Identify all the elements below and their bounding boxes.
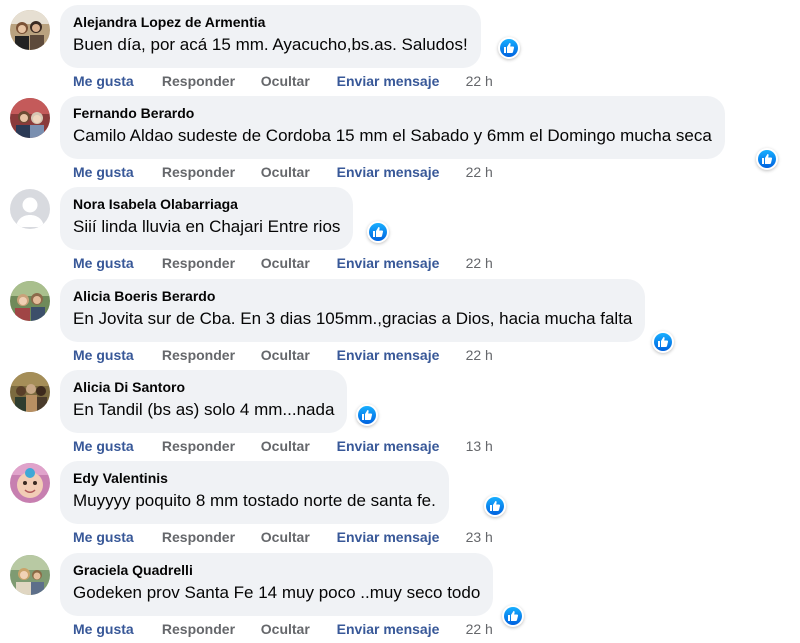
like-button[interactable]: Me gusta [73,620,158,638]
like-reaction-badge[interactable] [498,37,520,59]
hide-button[interactable]: Ocultar [261,528,333,546]
reply-button[interactable]: Responder [162,620,257,638]
comment-time[interactable]: 13 h [466,437,493,455]
send-message-button[interactable]: Enviar mensaje [337,163,462,181]
avatar[interactable] [10,189,50,229]
avatar[interactable] [10,372,50,412]
comment-time[interactable]: 22 h [466,72,493,90]
reply-button[interactable]: Responder [162,528,257,546]
like-button[interactable]: Me gusta [73,163,158,181]
comment-text: Muyyyy poquito 8 mm tostado norte de san… [73,491,436,510]
comment-text: Siií linda lluvia en Chajari Entre rios [73,217,341,236]
like-thumb-icon [500,39,518,57]
like-reaction-badge[interactable] [356,404,378,426]
like-reaction-badge[interactable] [756,148,778,170]
avatar[interactable] [10,10,50,50]
like-thumb-icon [504,607,522,625]
avatar[interactable] [10,463,50,503]
comment-author[interactable]: Alicia Boeris Berardo [73,287,632,305]
like-button[interactable]: Me gusta [73,437,158,455]
comment-time[interactable]: 22 h [466,346,493,364]
hide-button[interactable]: Ocultar [261,437,333,455]
comment-time[interactable]: 22 h [466,620,493,638]
send-message-button[interactable]: Enviar mensaje [337,620,462,638]
comment-time[interactable]: 22 h [466,163,493,181]
like-reaction-badge[interactable] [502,605,524,627]
like-thumb-icon [358,406,376,424]
comment-actions: Me gusta Responder Ocultar Enviar mensaj… [73,620,493,638]
comment-time[interactable]: 23 h [466,528,493,546]
comment-bubble: Alicia Di Santoro En Tandil (bs as) solo… [60,370,348,433]
like-thumb-icon [369,223,387,241]
comment-author[interactable]: Alejandra Lopez de Armentia [73,13,468,31]
avatar[interactable] [10,555,50,595]
hide-button[interactable]: Ocultar [261,72,333,90]
hide-button[interactable]: Ocultar [261,346,333,364]
avatar[interactable] [10,98,50,138]
comment-bubble: Edy Valentinis Muyyyy poquito 8 mm tosta… [60,461,449,524]
reply-button[interactable]: Responder [162,163,257,181]
comment-actions: Me gusta Responder Ocultar Enviar mensaj… [73,254,493,272]
send-message-button[interactable]: Enviar mensaje [337,437,462,455]
comment-text: Camilo Aldao sudeste de Cordoba 15 mm el… [73,126,712,145]
reply-button[interactable]: Responder [162,72,257,90]
like-reaction-badge[interactable] [367,221,389,243]
comment-bubble: Graciela Quadrelli Godeken prov Santa Fe… [60,553,494,616]
hide-button[interactable]: Ocultar [261,254,333,272]
like-thumb-icon [486,497,504,515]
like-reaction-badge[interactable] [652,331,674,353]
comment-author[interactable]: Alicia Di Santoro [73,378,334,396]
comment-text: En Tandil (bs as) solo 4 mm...nada [73,400,335,419]
comment-bubble: Fernando Berardo Camilo Aldao sudeste de… [60,96,725,159]
comment-time[interactable]: 22 h [466,254,493,272]
send-message-button[interactable]: Enviar mensaje [337,528,462,546]
comment-text: Godeken prov Santa Fe 14 muy poco ..muy … [73,583,481,602]
send-message-button[interactable]: Enviar mensaje [337,72,462,90]
hide-button[interactable]: Ocultar [261,620,333,638]
hide-button[interactable]: Ocultar [261,163,333,181]
send-message-button[interactable]: Enviar mensaje [337,346,462,364]
like-reaction-badge[interactable] [484,495,506,517]
comment-author[interactable]: Graciela Quadrelli [73,561,480,579]
like-button[interactable]: Me gusta [73,528,158,546]
default-avatar-icon [10,189,50,229]
like-thumb-icon [758,150,776,168]
like-button[interactable]: Me gusta [73,254,158,272]
reply-button[interactable]: Responder [162,346,257,364]
like-thumb-icon [654,333,672,351]
comment-bubble: Alejandra Lopez de Armentia Buen día, po… [60,5,481,68]
comment-bubble: Alicia Boeris Berardo En Jovita sur de C… [60,279,646,342]
reply-button[interactable]: Responder [162,254,257,272]
comment-text: Buen día, por acá 15 mm. Ayacucho,bs.as.… [73,35,468,54]
comment-actions: Me gusta Responder Ocultar Enviar mensaj… [73,72,493,90]
comment-actions: Me gusta Responder Ocultar Enviar mensaj… [73,163,493,181]
comment-author[interactable]: Fernando Berardo [73,104,712,122]
like-button[interactable]: Me gusta [73,346,158,364]
comment-thread: Alejandra Lopez de Armentia Buen día, po… [0,0,800,643]
send-message-button[interactable]: Enviar mensaje [337,254,462,272]
comment-actions: Me gusta Responder Ocultar Enviar mensaj… [73,346,493,364]
comment-text: En Jovita sur de Cba. En 3 dias 105mm.,g… [73,309,633,328]
like-button[interactable]: Me gusta [73,72,158,90]
comment-actions: Me gusta Responder Ocultar Enviar mensaj… [73,437,493,455]
reply-button[interactable]: Responder [162,437,257,455]
avatar[interactable] [10,281,50,321]
comment-bubble: Nora Isabela Olabarriaga Siií linda lluv… [60,187,354,250]
comment-author[interactable]: Edy Valentinis [73,469,436,487]
comment-actions: Me gusta Responder Ocultar Enviar mensaj… [73,528,493,546]
comment-author[interactable]: Nora Isabela Olabarriaga [73,195,340,213]
